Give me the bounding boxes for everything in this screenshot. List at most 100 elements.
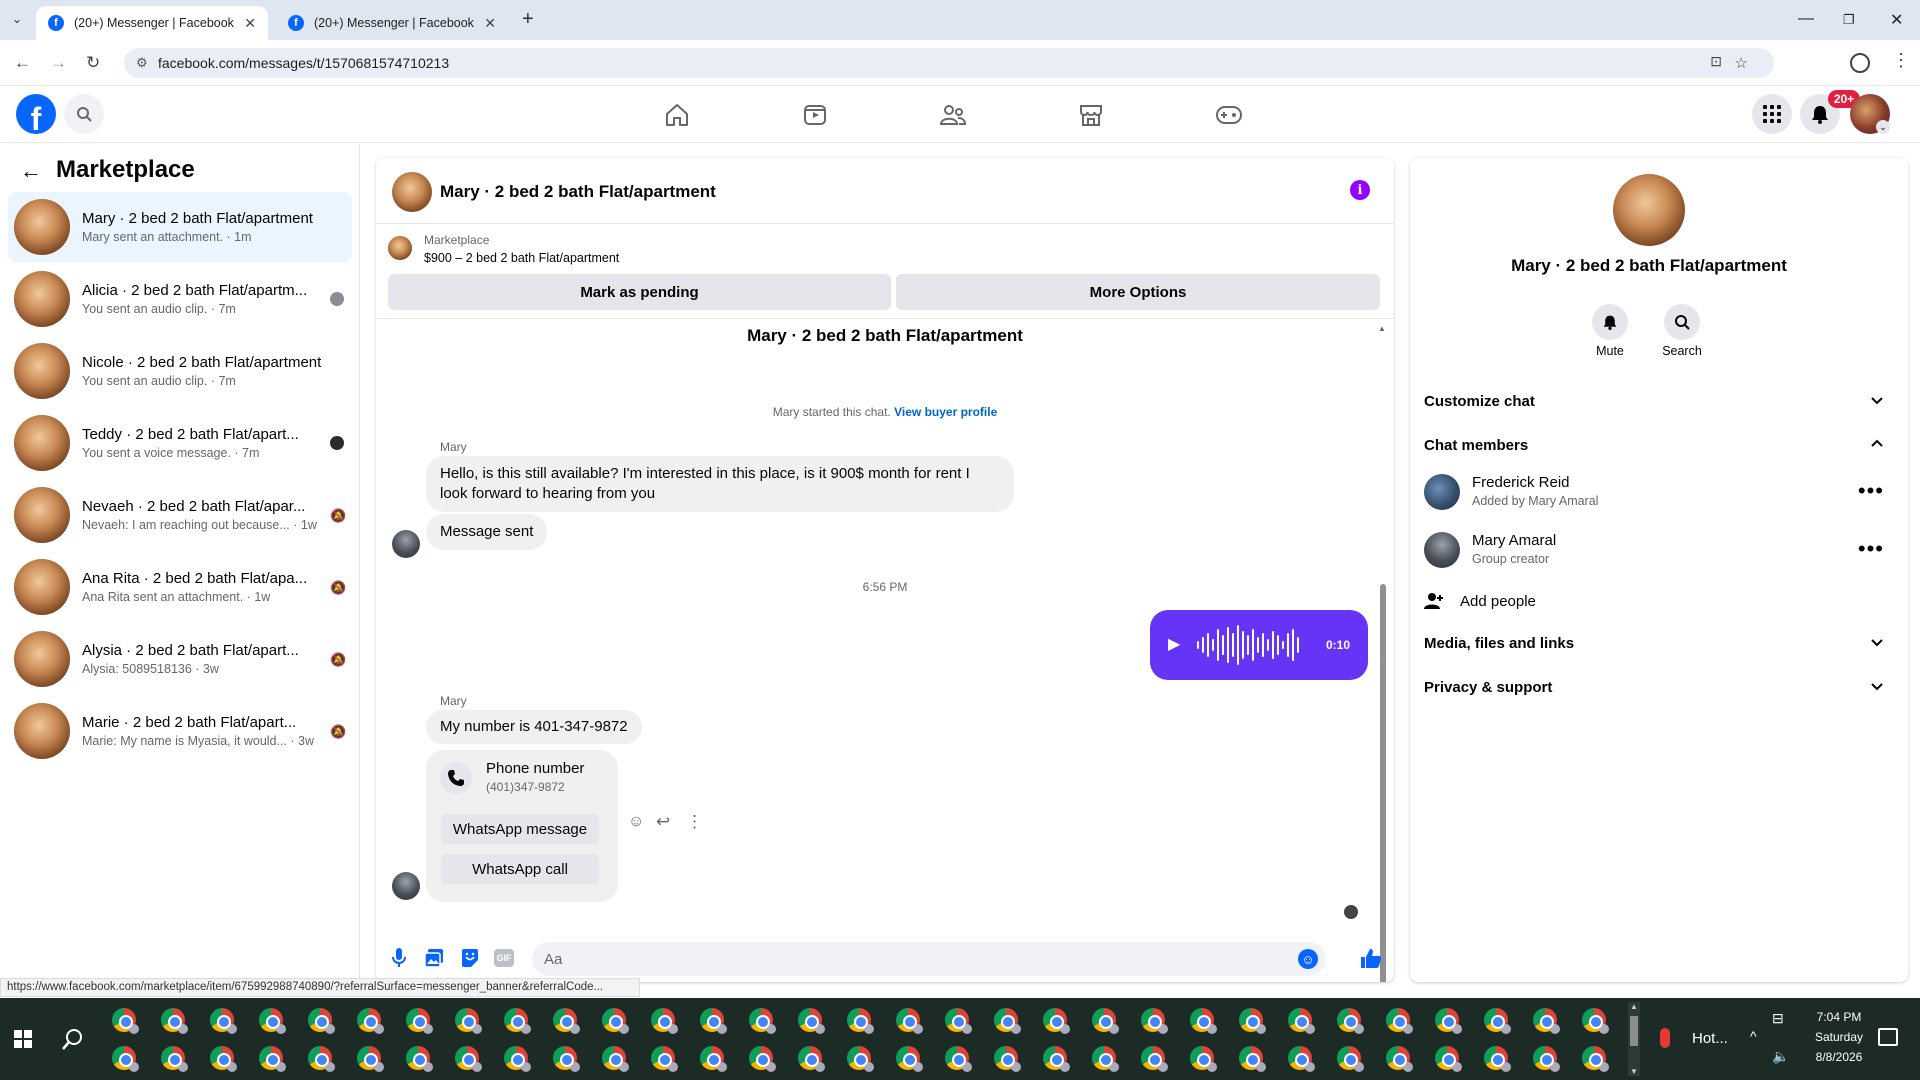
message-bubble[interactable]: Hello, is this still available? I'm inte…: [426, 456, 1014, 512]
emoji-icon[interactable]: ☺: [1298, 949, 1318, 969]
taskbar-scrollbar[interactable]: ▲ ▼: [1628, 1002, 1640, 1076]
member-options-icon[interactable]: •••: [1858, 536, 1884, 562]
facebook-logo-icon[interactable]: f: [16, 94, 56, 134]
close-tab-icon[interactable]: ✕: [484, 15, 496, 32]
chrome-app-icon[interactable]: [259, 1008, 286, 1034]
conversation-item[interactable]: Teddy · 2 bed 2 bath Flat/apart... You se…: [8, 408, 352, 478]
message-bubble[interactable]: Message sent: [426, 514, 548, 550]
volume-icon[interactable]: 🔈: [1772, 1048, 1789, 1065]
scrollbar-thumb[interactable]: [1380, 584, 1386, 982]
chrome-app-icon[interactable]: [1043, 1046, 1070, 1072]
new-tab-icon[interactable]: +: [522, 8, 534, 31]
search-button[interactable]: [64, 94, 104, 134]
scroll-up-icon[interactable]: ▲: [1628, 1002, 1640, 1011]
site-info-icon[interactable]: ⚙: [136, 55, 148, 71]
chrome-app-icon[interactable]: [1484, 1008, 1511, 1034]
chrome-app-icon[interactable]: [210, 1046, 237, 1072]
chat-header-title[interactable]: Mary · 2 bed 2 bath Flat/apartment: [440, 182, 716, 202]
chrome-app-icon[interactable]: [1435, 1046, 1462, 1072]
sender-avatar[interactable]: [392, 530, 420, 558]
friends-nav-button[interactable]: [938, 100, 968, 130]
weather-text[interactable]: Hot...: [1692, 1030, 1728, 1047]
member-avatar[interactable]: [1424, 532, 1460, 568]
chrome-app-icon[interactable]: [651, 1008, 678, 1034]
conversation-item[interactable]: Ana Rita · 2 bed 2 bath Flat/apa... Ana R…: [8, 552, 352, 622]
chrome-app-icon[interactable]: [602, 1008, 629, 1034]
message-input[interactable]: Aa ☺: [532, 942, 1326, 976]
home-nav-button[interactable]: [662, 100, 692, 130]
browser-tab-1[interactable]: f (20+) Messenger | Facebook ✕: [36, 6, 268, 40]
photo-icon[interactable]: [424, 948, 444, 968]
sender-avatar[interactable]: [392, 872, 420, 900]
scroll-down-icon[interactable]: ▼: [1628, 1067, 1640, 1076]
browser-tab-2[interactable]: f (20+) Messenger | Facebook ✕: [276, 6, 508, 40]
chrome-app-icon[interactable]: [1141, 1008, 1168, 1034]
add-people-row[interactable]: Add people: [1424, 586, 1884, 616]
message-scrollbar[interactable]: ▲ ▼: [1378, 324, 1388, 982]
chat-members-row[interactable]: Chat members: [1424, 430, 1884, 460]
menu-button[interactable]: [1752, 94, 1792, 134]
chrome-app-icon[interactable]: [112, 1008, 139, 1034]
chrome-app-icon[interactable]: [700, 1008, 727, 1034]
close-tab-icon[interactable]: ✕: [244, 15, 256, 32]
restore-icon[interactable]: ❐: [1843, 12, 1855, 28]
chrome-app-icon[interactable]: [553, 1008, 580, 1034]
chrome-app-icon[interactable]: [112, 1046, 139, 1072]
chrome-app-icon[interactable]: [1582, 1046, 1609, 1072]
chrome-app-icon[interactable]: [749, 1008, 776, 1034]
chrome-app-icon[interactable]: [357, 1008, 384, 1034]
microphone-icon[interactable]: [392, 948, 406, 968]
chrome-app-icon[interactable]: [308, 1046, 335, 1072]
scrollbar-thumb[interactable]: [1630, 1016, 1638, 1046]
chrome-app-icon[interactable]: [847, 1008, 874, 1034]
profile-icon[interactable]: [1850, 53, 1870, 73]
chrome-app-icon[interactable]: [210, 1008, 237, 1034]
chrome-app-icon[interactable]: [994, 1046, 1021, 1072]
customize-chat-row[interactable]: Customize chat: [1424, 386, 1884, 416]
conversation-item[interactable]: Nevaeh · 2 bed 2 bath Flat/apar... Nevaeh…: [8, 480, 352, 550]
chrome-app-icon[interactable]: [896, 1008, 923, 1034]
chrome-app-icon[interactable]: [1239, 1046, 1266, 1072]
thumbs-up-icon[interactable]: [1360, 947, 1382, 969]
gaming-nav-button[interactable]: [1214, 100, 1244, 130]
network-icon[interactable]: ⊟: [1772, 1010, 1784, 1027]
account-chevron-icon[interactable]: ⌄: [1876, 120, 1890, 134]
forward-icon[interactable]: →: [50, 53, 67, 73]
chrome-app-icon[interactable]: [1533, 1008, 1560, 1034]
marketplace-nav-button[interactable]: [1076, 100, 1106, 130]
video-nav-button[interactable]: [800, 100, 830, 130]
bookmark-star-icon[interactable]: ☆: [1735, 54, 1748, 72]
mark-as-pending-button[interactable]: Mark as pending: [388, 274, 891, 310]
conversation-item[interactable]: Mary · 2 bed 2 bath Flat/apartment Mary s…: [8, 192, 352, 262]
browser-menu-icon[interactable]: ⋮: [1892, 50, 1910, 71]
message-bubble[interactable]: My number is 401-347-9872: [426, 710, 642, 744]
chrome-app-icon[interactable]: [504, 1008, 531, 1034]
chrome-app-icon[interactable]: [1582, 1008, 1609, 1034]
chrome-app-icon[interactable]: [798, 1046, 825, 1072]
conversation-item[interactable]: Nicole · 2 bed 2 bath Flat/apartment You …: [8, 336, 352, 406]
clock-day[interactable]: Saturday: [1804, 1030, 1874, 1044]
more-options-button[interactable]: More Options: [896, 274, 1380, 310]
windows-start-icon[interactable]: [14, 1030, 32, 1048]
back-arrow-icon[interactable]: ←: [20, 158, 42, 184]
chrome-app-icon[interactable]: [1484, 1046, 1511, 1072]
taskbar-search-icon[interactable]: [62, 1028, 84, 1050]
minimize-icon[interactable]: —: [1798, 10, 1814, 28]
notification-center-icon[interactable]: [1878, 1028, 1898, 1046]
mute-button[interactable]: [1592, 304, 1628, 340]
chrome-app-icon[interactable]: [651, 1046, 678, 1072]
chrome-app-icon[interactable]: [945, 1046, 972, 1072]
more-actions-icon[interactable]: ⋮: [686, 812, 703, 832]
clock-date[interactable]: 8/8/2026: [1804, 1050, 1874, 1064]
tab-search-icon[interactable]: ⌄: [12, 12, 22, 26]
member-row[interactable]: Mary Amaral Group creator •••: [1424, 530, 1884, 574]
listing-link[interactable]: $900 – 2 bed 2 bath Flat/apartment: [424, 251, 619, 265]
chrome-app-icon[interactable]: [798, 1008, 825, 1034]
address-bar[interactable]: ⚙ facebook.com/messages/t/15706815747102…: [124, 48, 1774, 78]
chrome-app-icon[interactable]: [1141, 1046, 1168, 1072]
member-options-icon[interactable]: •••: [1858, 478, 1884, 504]
chrome-app-icon[interactable]: [1190, 1046, 1217, 1072]
member-avatar[interactable]: [1424, 474, 1460, 510]
conversation-item[interactable]: Marie · 2 bed 2 bath Flat/apart... Marie:…: [8, 696, 352, 766]
gif-icon[interactable]: GIF: [494, 949, 514, 967]
